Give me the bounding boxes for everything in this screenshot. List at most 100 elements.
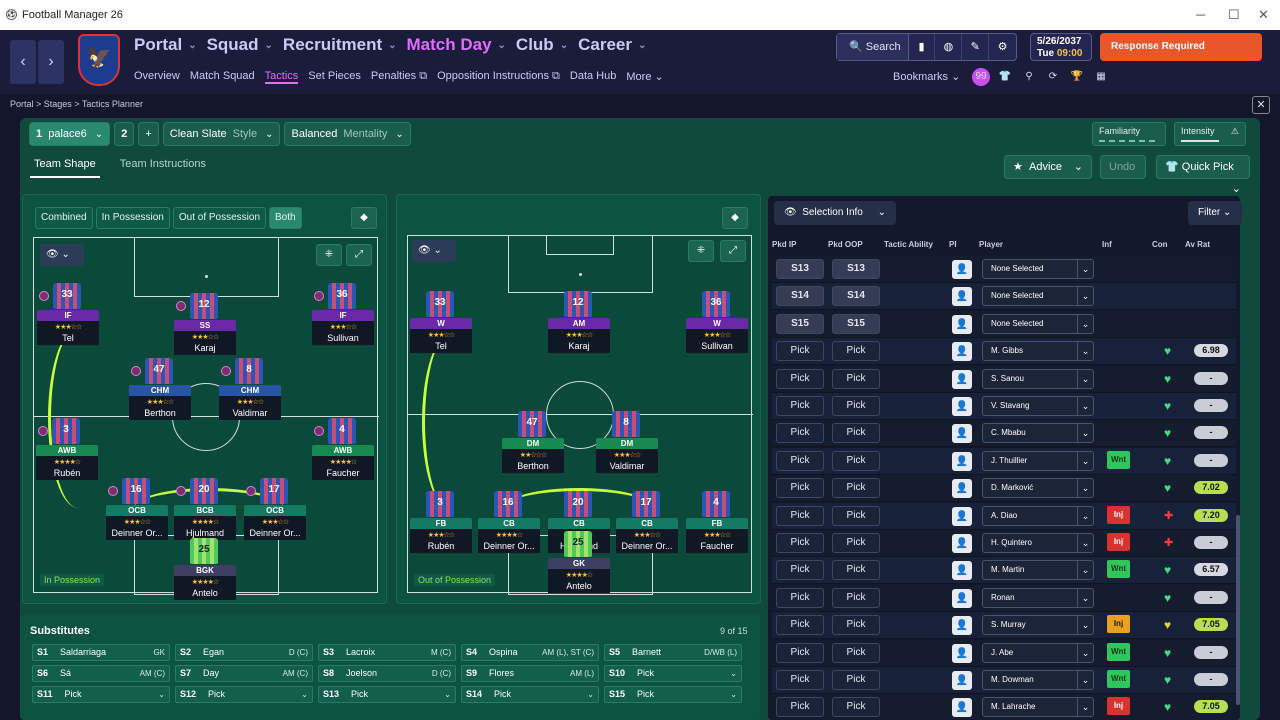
sub-slot[interactable]: S13 Pick ⌄: [318, 686, 456, 703]
sub-slot[interactable]: S9 Flores AM (L): [461, 665, 599, 682]
player-instructions-icon[interactable]: 👤: [952, 424, 972, 444]
nav-portal[interactable]: Portal ⌄: [134, 35, 197, 55]
player-select[interactable]: M. Gibbs ⌄: [982, 341, 1094, 362]
sub-slot[interactable]: S8 Joelson D (C): [318, 665, 456, 682]
player-instructions-icon[interactable]: 👤: [952, 397, 972, 416]
player-select[interactable]: None Selected ⌄: [982, 259, 1094, 279]
player-card[interactable]: 12 SS ★★★☆☆ Karaj: [174, 293, 236, 365]
style-dropdown[interactable]: Clean Slate Style ⌄: [162, 122, 281, 146]
trophy-icon[interactable]: 🏆: [1068, 68, 1086, 86]
player-card[interactable]: 47 CHM ★★★☆☆ Berthon: [129, 358, 191, 430]
player-card[interactable]: 3 FB ★★★☆☆ Rubén: [410, 491, 472, 563]
pick-ip-button[interactable]: Pick: [776, 396, 824, 416]
quick-pick-button[interactable]: 👕 Quick Pick ⌄: [1156, 155, 1250, 195]
pick-ip-button[interactable]: Pick: [776, 697, 824, 718]
player-select[interactable]: None Selected ⌄: [982, 286, 1094, 307]
sub-slot[interactable]: S1 Saldarriaga GK: [32, 644, 170, 661]
selection-info-dropdown[interactable]: 👁 Selection Info ⌄: [774, 201, 896, 225]
visibility-toggle[interactable]: 👁 ⌄: [40, 244, 84, 266]
pick-ip-button[interactable]: Pick: [776, 533, 824, 553]
pick-ip-button[interactable]: Pick: [776, 341, 824, 362]
player-select[interactable]: A. Diao ⌄: [982, 505, 1094, 526]
intensity-meter[interactable]: Intensity ⚠: [1174, 122, 1246, 146]
pick-oop-button[interactable]: Pick: [832, 560, 880, 581]
tab-combined[interactable]: Combined: [35, 207, 93, 229]
sub-slot[interactable]: S7 Day AM (C): [175, 665, 313, 682]
player-card[interactable]: 33 IF ★★★☆☆ Tel: [37, 283, 99, 355]
familiarity-meter[interactable]: Familiarity: [1092, 122, 1166, 146]
player-select[interactable]: J. Abe ⌄: [982, 642, 1094, 663]
player-card[interactable]: 25 BGK ★★★★☆ Antelo: [174, 538, 236, 610]
player-card[interactable]: 36 W ★★★☆☆ Sullivan: [686, 291, 748, 363]
refresh-icon[interactable]: ⟳: [1044, 68, 1062, 86]
tab-out-of-possession[interactable]: Out of Possession: [172, 207, 267, 229]
pick-oop-button[interactable]: Pick: [832, 423, 880, 444]
game-date[interactable]: 5/26/2037 Tue 09:00: [1030, 33, 1092, 61]
sub-slot[interactable]: S10 Pick ⌄: [604, 665, 742, 682]
pick-oop-button[interactable]: S14: [832, 286, 880, 307]
player-instructions-icon[interactable]: 👤: [952, 588, 972, 608]
pick-ip-button[interactable]: Pick: [776, 560, 824, 581]
sub-slot[interactable]: S5 Barnett D/WB (L): [604, 644, 742, 661]
pick-oop-button[interactable]: Pick: [832, 450, 880, 471]
forward-button[interactable]: ›: [38, 40, 64, 84]
pitch-settings-icon[interactable]: ◆: [722, 207, 748, 229]
add-tactic-button[interactable]: +: [138, 122, 159, 146]
tab-in-possession[interactable]: In Possession: [95, 207, 170, 229]
subnav-overview[interactable]: Overview: [134, 70, 180, 84]
nav-match-day[interactable]: Match Day ⌄: [407, 35, 506, 55]
player-select[interactable]: Ronan ⌄: [982, 587, 1094, 608]
nav-club[interactable]: Club ⌄: [516, 35, 568, 55]
pick-ip-button[interactable]: Pick: [776, 368, 824, 389]
breadcrumb-portal[interactable]: Portal: [10, 99, 34, 109]
sub-slot[interactable]: S12 Pick ⌄: [175, 686, 313, 703]
visibility-toggle[interactable]: 👁 ⌄: [412, 240, 456, 262]
player-card[interactable]: 16 CB ★★★★☆ Deinner Or...: [478, 491, 540, 563]
player-instructions-icon[interactable]: 👤: [952, 479, 972, 499]
hierarchy-icon[interactable]: ⚲: [1020, 68, 1038, 86]
player-select[interactable]: C. Mbabu ⌄: [982, 423, 1094, 444]
pitch-settings-icon[interactable]: ◆: [351, 207, 377, 229]
player-instructions-icon[interactable]: 👤: [952, 314, 972, 334]
player-card[interactable]: 4 AWB ★★★★☆ Faucher: [312, 418, 374, 490]
selection-scrollbar[interactable]: [1236, 515, 1240, 705]
pick-oop-button[interactable]: Pick: [832, 505, 880, 526]
pick-oop-button[interactable]: Pick: [832, 615, 880, 636]
player-instructions-icon[interactable]: 👤: [952, 342, 972, 362]
pick-ip-button[interactable]: Pick: [776, 423, 824, 444]
player-card[interactable]: 17 OCB ★★★☆☆ Deinner Or...: [244, 478, 306, 550]
pick-oop-button[interactable]: Pick: [832, 478, 880, 499]
subnav-opposition-instructions[interactable]: Opposition Instructions ⧉: [437, 70, 560, 84]
advice-button[interactable]: ★ Advice ⌄: [1004, 155, 1092, 179]
globe-icon[interactable]: ◍: [935, 34, 963, 60]
nav-career[interactable]: Career ⌄: [578, 35, 646, 55]
breadcrumb-stages[interactable]: Stages: [44, 99, 72, 109]
close-window-icon[interactable]: ✕: [1258, 7, 1269, 23]
pick-oop-button[interactable]: Pick: [832, 642, 880, 663]
player-select[interactable]: S. Sanou ⌄: [982, 368, 1094, 389]
sub-slot[interactable]: S3 Lacroix M (C): [318, 644, 456, 661]
maximize-icon[interactable]: ☐: [1228, 7, 1240, 23]
tactic-slot-1[interactable]: 1 palace6 ⌄: [29, 122, 111, 146]
player-instructions-icon[interactable]: 👤: [952, 616, 972, 636]
pick-ip-button[interactable]: Pick: [776, 505, 824, 526]
player-instructions-icon[interactable]: 👤: [952, 643, 972, 663]
filter-dropdown[interactable]: Filter ⌄: [1188, 201, 1242, 225]
pick-ip-button[interactable]: Pick: [776, 642, 824, 663]
col-tactic-ability[interactable]: Tactic Ability: [884, 240, 933, 249]
player-card[interactable]: 4 FB ★★★☆☆ Faucher: [686, 491, 748, 563]
player-card[interactable]: 3 AWB ★★★★☆ Rubén: [36, 418, 98, 490]
player-instructions-icon[interactable]: 👤: [952, 506, 972, 526]
subnav-tactics[interactable]: Tactics: [264, 70, 299, 84]
player-card[interactable]: 47 DM ★★☆☆☆ Berthon: [502, 411, 564, 483]
col-pkd-oop[interactable]: Pkd OOP: [828, 240, 863, 249]
player-card[interactable]: 12 AM ★★★☆☆ Karaj: [548, 291, 610, 363]
response-required-button[interactable]: Response Required: [1100, 33, 1262, 61]
shirt-icon[interactable]: 👕: [996, 68, 1014, 86]
sub-slot[interactable]: S4 Ospina AM (L), ST (C): [461, 644, 599, 661]
pick-ip-button[interactable]: S15: [776, 313, 824, 334]
col-inf[interactable]: Inf: [1102, 240, 1112, 249]
col-player[interactable]: Player: [979, 240, 1003, 249]
player-card[interactable]: 17 CB ★★★☆☆ Deinner Or...: [616, 491, 678, 563]
back-button[interactable]: ‹: [10, 40, 36, 84]
